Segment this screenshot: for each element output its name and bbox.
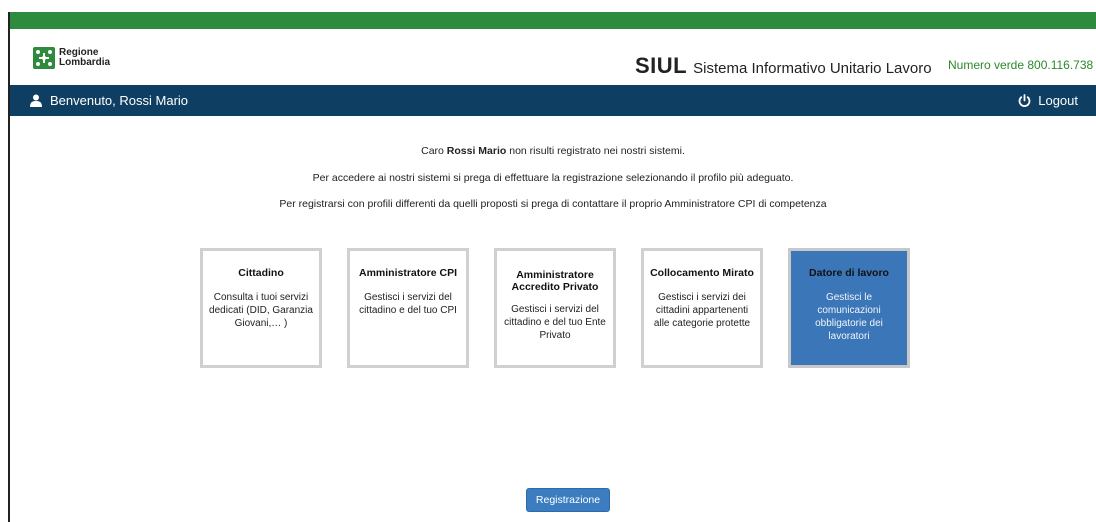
profile-description: Gestisci i servizi del cittadino e del t… [504,304,606,341]
rosa-camuna-icon [33,47,55,69]
welcome-text: Benvenuto, Rossi Mario [50,93,189,108]
profile-card-amministratore-cpi[interactable]: Amministratore CPI Gestisci i servizi de… [347,248,469,368]
profile-title: Amministratore CPI [358,267,458,279]
profile-title: Collocamento Mirato [650,267,754,279]
profile-card-cittadino[interactable]: Cittadino Consulta i tuoi servizi dedica… [200,248,322,368]
greeting-prefix: Caro [421,145,447,157]
profile-card-collocamento-mirato[interactable]: Collocamento Mirato Gestisci i servizi d… [641,248,763,368]
logo-line-2: Lombardia [59,57,111,68]
top-accent-bar [10,12,1096,29]
regione-lombardia-logo[interactable]: Regione Lombardia [33,47,110,69]
logout-label: Logout [1038,93,1078,108]
registration-button[interactable]: Registrazione [526,488,610,512]
app-acronym: SIUL [635,53,688,78]
profile-description: Gestisci le comunicazioni obbligatorie d… [815,292,883,342]
profile-card-accredito-privato[interactable]: Amministratore Accredito Privato Gestisc… [494,248,616,368]
user-navbar: Benvenuto, Rossi Mario Logout [10,85,1096,116]
logo-wordmark: Regione Lombardia [59,48,110,68]
page: Regione Lombardia SIUL Sistema Informativ… [0,0,1096,522]
power-icon [1018,94,1031,107]
contact-admin-note: Per registrarsi con profili differenti d… [279,198,827,210]
toll-free-number: Numero verde 800.116.738 [948,58,1094,72]
welcome-user: Benvenuto, Rossi Mario [30,93,188,108]
profile-description: Gestisci i servizi dei cittadini apparte… [653,292,751,329]
profile-title: Datore di lavoro [809,267,889,279]
profile-card-datore-di-lavoro[interactable]: Datore di lavoro Gestisci le comunicazio… [788,248,910,368]
profile-description: Consulta i tuoi servizi dedicati (DID, G… [209,292,313,329]
profile-description: Gestisci i servizi del cittadino e del t… [359,292,457,316]
greeting-suffix: non risulti registrato nei nostri sistem… [506,145,685,157]
app-full-name: Sistema Informativo Unitario Lavoro [693,60,932,77]
app-title: SIUL Sistema Informativo Unitario Lavoro [635,53,932,79]
registration-instruction: Per accedere ai nostri sistemi si prega … [312,172,794,184]
profile-title: Cittadino [238,267,284,279]
logout-button[interactable]: Logout [1018,93,1078,108]
not-registered-message: Caro Rossi Mario non risulti registrato … [10,145,1096,157]
profile-title: Amministratore Accredito Privato [511,269,599,293]
user-name: Rossi Mario [446,145,507,157]
user-icon [30,94,42,107]
brand-header: Regione Lombardia SIUL Sistema Informativ… [10,29,1096,85]
